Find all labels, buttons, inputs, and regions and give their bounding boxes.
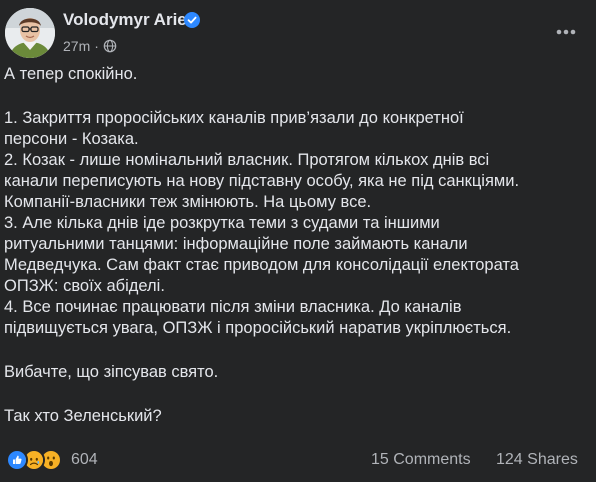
post-text-line: А тепер спокійно. [4,65,138,83]
post-paragraph: Вибачте, що зіпсував свято. [4,362,592,383]
post-text-line: 3. Але кілька днів іде розкрутка теми з … [4,214,440,232]
reactions-summary[interactable]: 604 [6,449,98,471]
post-body: А тепер спокійно. 1. Закриття проросійсь… [4,64,592,427]
meta-separator: · [94,38,99,54]
post-text-line: 4. Все починає працювати після зміни вла… [4,298,462,316]
author-avatar[interactable] [5,8,55,58]
verified-badge-icon [184,12,200,28]
ellipsis-icon [556,29,576,35]
reaction-count: 604 [71,451,98,468]
facebook-post: Volodymyr Ariev 27m · А тепер спокійно. [0,0,596,482]
shares-count-link[interactable]: 124 Shares [496,451,578,469]
post-meta: 27m · [63,37,117,55]
post-footer: 604 15 Comments 124 Shares [0,444,596,478]
post-text-line: підвищується увага, ОПЗЖ і проросійський… [4,319,512,337]
post-text-line: Компанії-власники теж змінюють. На цьому… [4,193,372,211]
more-options-button[interactable] [548,14,584,50]
post-text-line: персони - Козака. [4,130,139,148]
author-name[interactable]: Volodymyr Ariev [63,10,196,30]
post-text-line: 1. Закриття проросійських каналів прив’я… [4,109,464,127]
post-paragraph: Так хто Зеленський? [4,406,592,427]
like-icon [6,449,28,471]
post-text-line: Вибачте, що зіпсував свято. [4,363,219,381]
globe-icon [103,39,117,53]
post-text-line: Так хто Зеленський? [4,407,162,425]
post-timestamp[interactable]: 27m [63,38,90,54]
post-header: Volodymyr Ariev 27m · [0,0,596,62]
post-paragraph: А тепер спокійно. [4,64,592,85]
post-text-line: 2. Козак - лише номінальний власник. Про… [4,151,490,169]
post-text-line: ОПЗЖ: своїх абіделі. [4,277,165,295]
post-text-line: канали переписують на нову підставну осо… [4,172,520,190]
post-text-line: ритуальними танцями: інформаційне поле з… [4,235,468,253]
avatar-image [5,8,55,58]
post-paragraph: 1. Закриття проросійських каналів прив’я… [4,108,592,339]
post-text-line: Медведчука. Сам факт стає приводом для к… [4,256,519,274]
comments-count-link[interactable]: 15 Comments [371,451,471,469]
